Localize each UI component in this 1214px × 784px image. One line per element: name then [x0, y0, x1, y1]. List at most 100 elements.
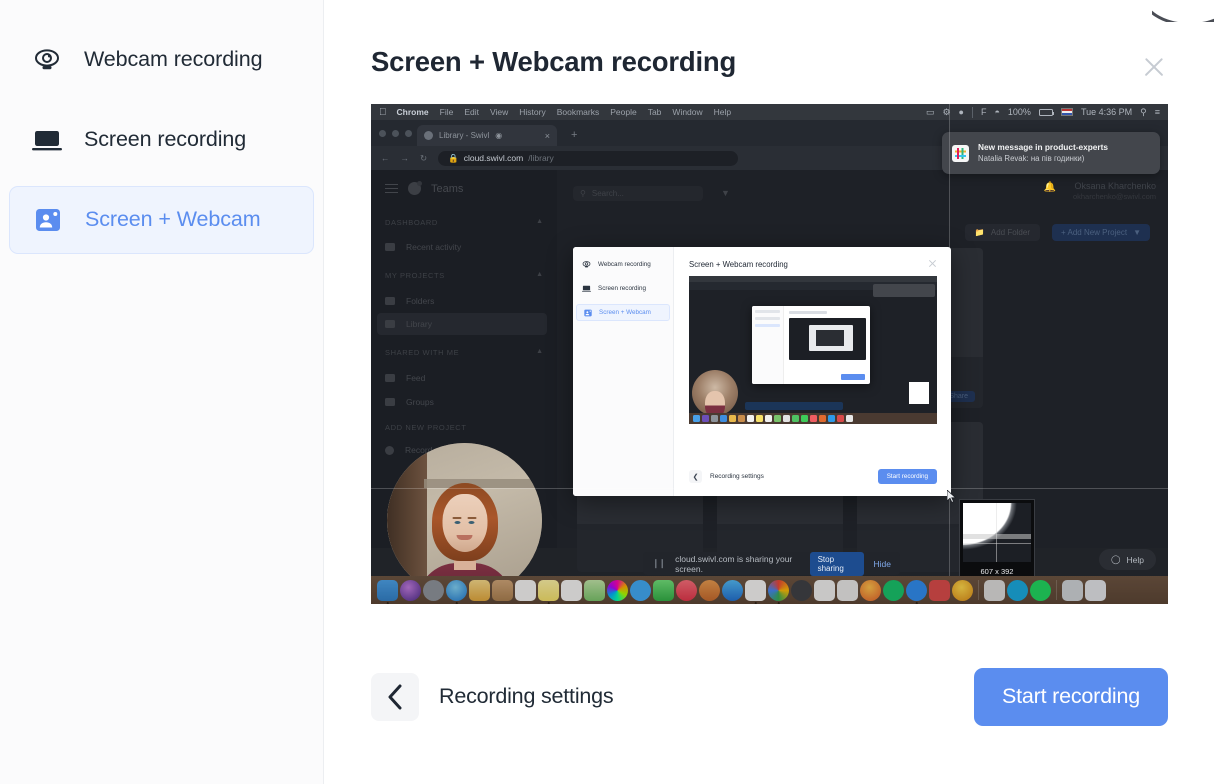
dock-icon-chrome[interactable] [768, 580, 789, 601]
window-traffic-lights[interactable] [379, 130, 412, 137]
start-recording-button[interactable]: Start recording [974, 668, 1168, 726]
nested-sidebar-item-screen[interactable]: Screen recording [576, 280, 670, 297]
chevron-up-icon[interactable]: ▲ [536, 271, 543, 278]
hamburger-icon[interactable] [385, 184, 398, 194]
dock-icon-contacts[interactable] [492, 580, 513, 601]
reload-icon[interactable]: ↻ [420, 153, 427, 164]
lock-icon: 🔒 [448, 153, 459, 164]
sidebar-item-groups[interactable]: Groups [385, 397, 434, 407]
level3-share-bar [745, 402, 843, 410]
close-icon[interactable] [1138, 51, 1170, 83]
menubar-divider [972, 107, 973, 118]
sidebar-item-label: Screen recording [84, 129, 246, 151]
dock-icon-final-cut[interactable] [814, 580, 835, 601]
nested-screen-preview[interactable] [689, 276, 937, 424]
dock-icon-safari[interactable] [446, 580, 467, 601]
mouse-cursor [947, 490, 956, 503]
screen-share-bar: ❙❙ cloud.swivl.com is sharing your scree… [643, 552, 900, 575]
share-message: cloud.swivl.com is sharing your screen. [675, 554, 799, 574]
sidebar-item-screen-recording[interactable]: Screen recording [9, 106, 314, 174]
mode-sidebar: Webcam recording Screen recording Sc [0, 0, 324, 784]
dock-icon-reminders[interactable] [561, 580, 582, 601]
nested-sidebar-item-screen-webcam[interactable]: Screen + Webcam [576, 304, 670, 321]
sidebar-item-label: Webcam recording [84, 49, 262, 71]
back-nav-icon[interactable]: ← [381, 153, 390, 163]
dock-icon-dictionary[interactable] [929, 580, 950, 601]
dock-icon-bolt[interactable] [952, 580, 973, 601]
address-bar[interactable]: 🔒 cloud.swivl.com/library [438, 151, 738, 166]
dock-icon-books[interactable] [699, 580, 720, 601]
level3-dock [689, 413, 937, 424]
dock-icon-photo-frame[interactable] [1062, 580, 1083, 601]
sidebar-item-library[interactable]: Library [385, 319, 432, 329]
dock-icon-slack[interactable] [745, 580, 766, 601]
apple-logo-icon:  [379, 107, 387, 118]
sidebar-item-recent-activity[interactable]: Recent activity [385, 242, 461, 252]
battery-percent: 100% [1008, 107, 1031, 117]
tab-close-icon[interactable]: × [545, 131, 550, 141]
add-new-project-button[interactable]: + Add New Project ▼ [1052, 224, 1150, 241]
modal-header: Screen + Webcam recording [371, 0, 1168, 83]
dock-icon-calendar[interactable] [515, 580, 536, 601]
dock-icon-launchpad[interactable] [423, 580, 444, 601]
hide-share-bar-button[interactable]: Hide [874, 559, 891, 569]
notification-title: New message in product-experts [978, 141, 1108, 153]
search-input[interactable]: ⚲ Search... [573, 186, 703, 201]
sidebar-item-webcam-recording[interactable]: Webcam recording [9, 26, 314, 94]
dock-icon-spotify[interactable] [1030, 580, 1051, 601]
dock-icon-messages[interactable] [630, 580, 651, 601]
dock-icon-keynote[interactable] [837, 580, 858, 601]
macos-dock[interactable] [371, 576, 1168, 604]
dock-icon-facetime[interactable] [653, 580, 674, 601]
stop-sharing-button[interactable]: Stop sharing [810, 552, 864, 576]
close-icon[interactable] [928, 259, 937, 268]
nested-sidebar-label: Screen + Webcam [599, 309, 651, 316]
dock-icon-trash[interactable] [1085, 580, 1106, 601]
screen-preview[interactable]:  Chrome File Edit View History Bookmark… [371, 104, 1168, 604]
chevron-left-icon[interactable]: ❮ [689, 470, 702, 483]
input-source-label: F [981, 107, 987, 117]
nested-recorder-dialog[interactable]: Webcam recording Screen recording Screen… [573, 247, 951, 496]
dock-icon-siri[interactable] [400, 580, 421, 601]
chevron-up-icon[interactable]: ▲ [536, 348, 543, 355]
menubar-item: History [519, 107, 545, 117]
dock-icon-finder[interactable] [377, 580, 398, 601]
macos-notification-toast[interactable]: New message in product-experts Natalia R… [942, 132, 1160, 174]
wifi-icon: ◓ [994, 107, 999, 117]
filter-icon[interactable]: ▼ [721, 188, 730, 198]
new-tab-icon[interactable]: + [571, 129, 577, 141]
dock-icon-sketch[interactable] [469, 580, 490, 601]
chevron-up-icon[interactable]: ▲ [536, 218, 543, 225]
dock-icon-photos[interactable] [607, 580, 628, 601]
forward-nav-icon[interactable]: → [401, 153, 410, 163]
dock-icon-notes[interactable] [538, 580, 559, 601]
dock-icon-firefox[interactable] [860, 580, 881, 601]
sidebar-item-feed[interactable]: Feed [385, 373, 425, 383]
dock-icon-skype[interactable] [1007, 580, 1028, 601]
dock-icon-maps[interactable] [584, 580, 605, 601]
browser-tab[interactable]: Library - Swivl ◉ × [417, 125, 557, 146]
sidebar-item-screen-webcam[interactable]: Screen + Webcam [9, 186, 314, 254]
back-button[interactable] [371, 673, 419, 721]
dock-icon-preview[interactable] [984, 580, 1005, 601]
sidebar-item-folders[interactable]: Folders [385, 296, 434, 306]
nested-start-recording-button[interactable]: Start recording [878, 469, 937, 484]
sidebar-section-title: MY PROJECTS [385, 271, 445, 280]
menubar-item: Tab [648, 107, 662, 117]
dock-icon-appstore[interactable] [722, 580, 743, 601]
level3-preview [689, 276, 937, 424]
screenshot-crosshair-vertical [949, 104, 950, 604]
nested-sidebar-item-webcam[interactable]: Webcam recording [576, 256, 670, 273]
user-account[interactable]: Oksana Kharchenko okharchenko@swivl.com [1073, 180, 1156, 202]
chevron-down-icon: ▼ [1133, 228, 1141, 237]
menubar-clock: Tue 4:36 PM [1081, 107, 1132, 117]
dock-icon-podcasts[interactable] [791, 580, 812, 601]
help-button[interactable]: ◯ Help [1099, 549, 1156, 570]
dock-icon-music[interactable] [676, 580, 697, 601]
notifications-bell-icon[interactable]: 🔔 [1044, 182, 1056, 193]
menubar-item: File [440, 107, 454, 117]
dock-icon-grammarly[interactable] [883, 580, 904, 601]
dock-icon-zoom[interactable] [906, 580, 927, 601]
add-folder-button[interactable]: 📁 Add Folder [965, 224, 1040, 241]
screenshot-crosshair-horizontal [371, 488, 1168, 489]
